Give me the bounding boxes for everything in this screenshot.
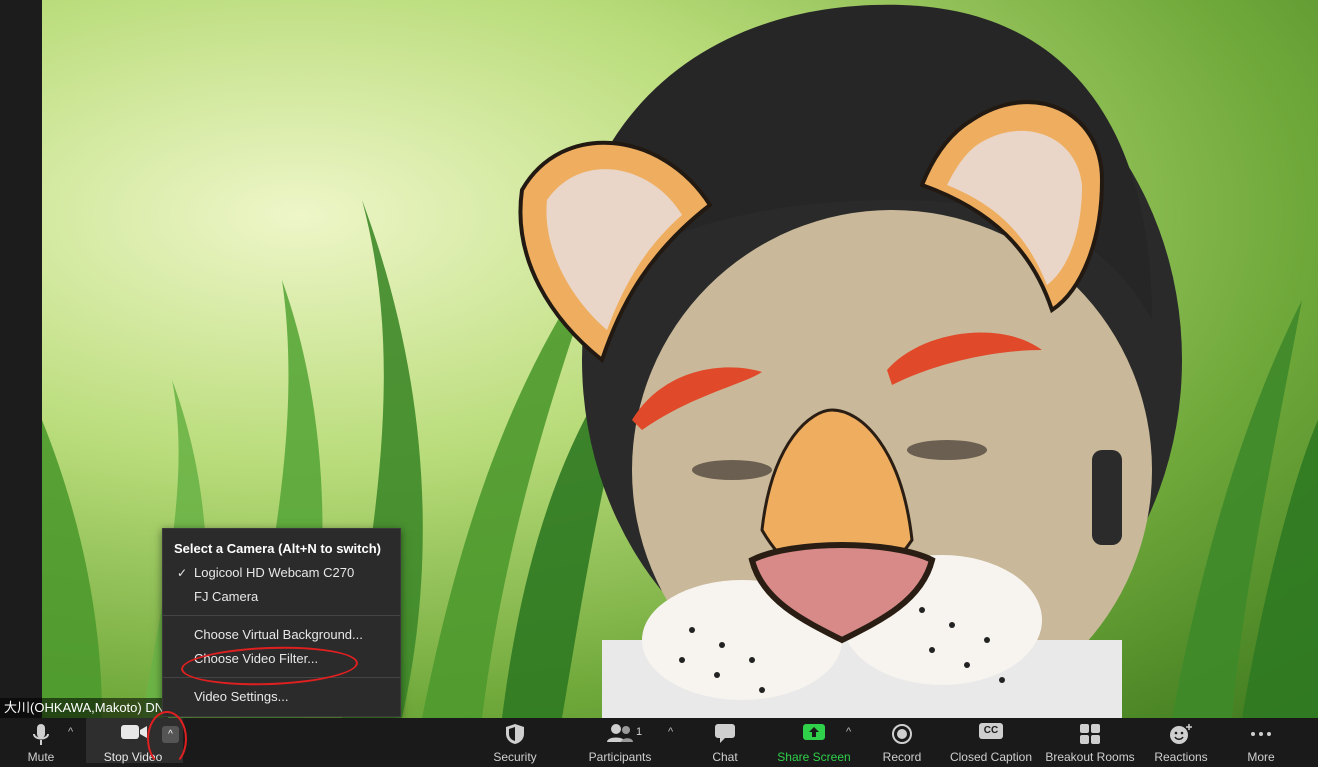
security-button[interactable]: Security: [485, 718, 545, 764]
camera-option-label: FJ Camera: [194, 589, 259, 604]
checkmark-icon: ✓: [177, 566, 188, 580]
chat-button[interactable]: Chat: [700, 718, 750, 764]
participants-icon: [606, 723, 634, 748]
reactions-icon: [1169, 723, 1193, 750]
record-button[interactable]: Record: [876, 718, 928, 764]
breakout-rooms-label: Breakout Rooms: [1045, 750, 1135, 764]
video-settings-item[interactable]: Video Settings...: [163, 686, 400, 708]
share-screen-label: Share Screen: [777, 750, 851, 764]
shield-icon: [505, 723, 525, 750]
microphone-icon: [32, 723, 50, 752]
menu-item-label: Video Settings...: [194, 689, 289, 704]
more-label: More: [1247, 750, 1275, 764]
participant-name-tag: 大川(OHKAWA,Makoto) DN: [0, 698, 169, 718]
breakout-rooms-icon: [1079, 723, 1101, 750]
chat-label: Chat: [712, 750, 738, 764]
video-camera-icon: [120, 723, 148, 746]
menu-divider: [163, 615, 400, 616]
mute-label: Mute: [27, 750, 55, 764]
closed-caption-button[interactable]: CC Closed Caption: [948, 718, 1034, 764]
camera-option-logicool[interactable]: ✓ Logicool HD Webcam C270: [163, 562, 400, 584]
share-screen-button[interactable]: Share Screen: [774, 718, 854, 764]
choose-virtual-background-item[interactable]: Choose Virtual Background...: [163, 624, 400, 646]
meeting-toolbar: Mute ^ Stop Video ^ Security Participant…: [0, 718, 1318, 764]
record-label: Record: [882, 750, 922, 764]
cc-icon: CC: [979, 723, 1003, 739]
reactions-button[interactable]: Reactions: [1150, 718, 1212, 764]
reactions-label: Reactions: [1154, 750, 1208, 764]
participants-label: Participants: [588, 750, 652, 764]
camera-option-fj[interactable]: FJ Camera: [163, 586, 400, 608]
closed-caption-label: Closed Caption: [949, 750, 1033, 764]
chevron-up-icon[interactable]: ^: [68, 726, 73, 738]
chevron-up-icon[interactable]: ^: [668, 726, 673, 738]
chat-bubble-icon: [714, 723, 736, 748]
more-dots-icon: [1250, 723, 1272, 748]
more-button[interactable]: More: [1236, 718, 1286, 764]
annotation-circle: [147, 711, 187, 767]
camera-option-label: Logicool HD Webcam C270: [194, 565, 355, 580]
participants-count: 1: [636, 726, 643, 738]
breakout-rooms-button[interactable]: Breakout Rooms: [1044, 718, 1136, 764]
security-label: Security: [493, 750, 537, 764]
cc-icon-text: CC: [979, 723, 1003, 739]
menu-item-label: Choose Virtual Background...: [194, 627, 363, 642]
mute-button[interactable]: Mute: [12, 718, 70, 764]
participants-button[interactable]: Participants: [584, 718, 656, 764]
camera-menu: Select a Camera (Alt+N to switch) ✓ Logi…: [162, 528, 401, 717]
share-screen-icon: [802, 723, 826, 746]
left-edge-strip: [0, 0, 42, 718]
chevron-up-icon[interactable]: ^: [846, 726, 851, 738]
record-icon: [891, 723, 913, 750]
camera-menu-header: Select a Camera (Alt+N to switch): [174, 541, 381, 556]
